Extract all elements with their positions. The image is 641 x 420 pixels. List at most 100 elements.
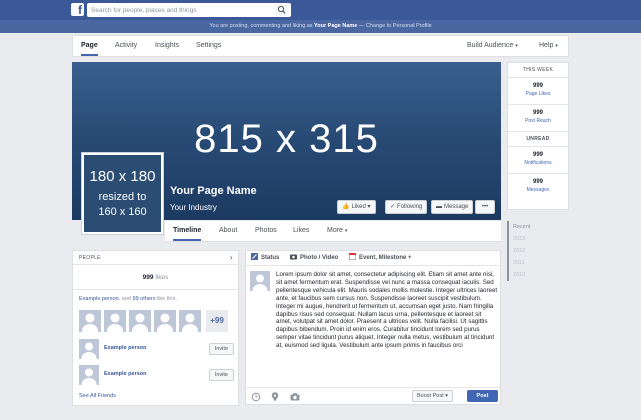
this-week-header: THIS WEEK (508, 63, 568, 78)
avatar (250, 271, 270, 291)
tab-activity[interactable]: Activity (115, 36, 137, 56)
camera-icon[interactable] (290, 392, 300, 402)
more-friends-count[interactable]: +99 (206, 310, 228, 332)
friend-avatar[interactable] (129, 310, 151, 332)
liked-button[interactable]: 👍 Liked ▾ (337, 200, 376, 214)
year-2011[interactable]: 2011 (513, 257, 569, 269)
page-likes-value: 999 (532, 83, 543, 89)
messages-stat[interactable]: 999 Messages (508, 174, 568, 201)
friend-avatar[interactable] (79, 310, 101, 332)
suggested-person-row: Example person Invite (79, 339, 234, 361)
page-title[interactable]: Your Page Name (170, 185, 257, 197)
page-stats-panel: THIS WEEK 999 Page Likes 999 Post Reach … (507, 62, 569, 210)
following-button[interactable]: ✓ Following (385, 200, 428, 214)
tab-insights[interactable]: Insights (155, 36, 179, 56)
avatar[interactable] (79, 365, 99, 385)
people-header-label: PEOPLE (79, 255, 101, 261)
notifications-stat[interactable]: 999 Notifications (508, 147, 568, 174)
following-label: Following (397, 204, 423, 210)
change-to-profile-link[interactable]: — Change to Personal Profile (357, 23, 432, 29)
tab-timeline[interactable]: Timeline (173, 221, 202, 241)
unread-header: UNREAD (508, 132, 568, 147)
help-label: Help (539, 42, 554, 49)
people-header[interactable]: PEOPLE › (73, 251, 238, 265)
tab-likes[interactable]: Likes (293, 221, 309, 241)
likes-word: likes (155, 274, 169, 281)
notifications-label: Notifications (524, 160, 552, 166)
boost-post-button[interactable]: Boost Post ▾ (412, 390, 453, 402)
camera-icon (290, 252, 297, 260)
chevron-down-icon: ▾ (515, 43, 518, 49)
message-label: Message (444, 204, 469, 210)
friends-like-line: Example person, and 99 others like this. (73, 290, 238, 306)
composer-tab-photo-video[interactable]: Photo / Video (290, 251, 338, 266)
people-box: PEOPLE › 999 likes Example person, and 9… (72, 250, 239, 406)
composer-body[interactable]: Lorem ipsum dolor sit amet, consectetur … (246, 266, 500, 386)
top-bar: f (0, 0, 641, 20)
more-tab-label: More (327, 227, 343, 234)
event-tab-label: Event, Milestone + (359, 255, 412, 261)
composer-footer: Boost Post ▾ Post (246, 387, 500, 405)
tab-settings[interactable]: Settings (196, 36, 221, 56)
profile-resized-size: 160 x 160 (98, 206, 147, 218)
thumbs-up-icon: 👍 (342, 204, 350, 210)
suggested-person-name[interactable]: Example person (104, 345, 147, 351)
friend-avatar[interactable] (154, 310, 176, 332)
profile-size-text: 180 x 180 (89, 168, 156, 185)
search-box (87, 3, 291, 17)
page-likes-stat[interactable]: 999 Page Likes (508, 78, 568, 105)
help-menu[interactable]: Help ▾ (539, 36, 558, 56)
post-reach-value: 999 (532, 110, 543, 116)
others-link[interactable]: 99 others (133, 296, 156, 302)
friends-mid-text: , and (118, 296, 133, 302)
messages-value: 999 (532, 179, 543, 185)
see-all-friends-link[interactable]: See All Friends (79, 393, 116, 399)
boost-post-label: Boost Post (417, 393, 444, 399)
post-composer: Status Photo / Video Event, Milestone + … (245, 250, 501, 405)
composer-text[interactable]: Lorem ipsum dolor sit amet, consectetur … (276, 271, 498, 386)
tab-photos[interactable]: Photos (255, 221, 277, 241)
friend-avatar[interactable] (104, 310, 126, 332)
posting-as-notice: You are posting, commenting and liking a… (0, 20, 641, 33)
photo-video-tab-label: Photo / Video (300, 255, 339, 261)
suggested-person-name[interactable]: Example person (104, 371, 147, 377)
tab-more[interactable]: More ▾ (327, 221, 347, 241)
friend-avatar[interactable] (179, 310, 201, 332)
friends-suffix-text: like this. (155, 296, 177, 302)
tab-page[interactable]: Page (81, 36, 98, 56)
likes-count: 999 (142, 274, 154, 281)
page-category: Your Industry (170, 203, 217, 212)
build-audience-menu[interactable]: Build Audience ▾ (467, 36, 518, 56)
logo-letter: f (78, 3, 82, 17)
search-input[interactable] (87, 3, 267, 17)
profile-picture[interactable]: 180 x 180 resized to 160 x 160 (81, 152, 164, 235)
avatar[interactable] (79, 339, 99, 359)
likes-count-row: 999 likes (73, 265, 238, 290)
friend-name-link[interactable]: Example person (79, 296, 119, 302)
post-button[interactable]: Post (467, 390, 498, 402)
more-options-button[interactable]: ••• (475, 200, 495, 214)
search-icon[interactable] (275, 4, 289, 16)
year-2010[interactable]: 2010 (513, 269, 569, 281)
invite-button[interactable]: Invite (208, 369, 234, 381)
location-pin-icon[interactable] (270, 392, 280, 402)
clock-icon[interactable] (251, 392, 261, 402)
message-button[interactable]: ▬ Message (431, 200, 474, 214)
year-recent[interactable]: Recent (513, 221, 569, 233)
liked-label: Liked (351, 204, 366, 210)
invite-button[interactable]: Invite (208, 343, 234, 355)
chevron-right-icon: › (230, 253, 233, 262)
notifications-value: 999 (532, 152, 543, 158)
composer-tab-event[interactable]: Event, Milestone + (348, 251, 412, 266)
suggested-person-row: Example person Invite (79, 365, 234, 387)
profile-resize-note: resized to (98, 191, 147, 203)
chevron-down-icon: ▾ (555, 43, 558, 49)
chevron-down-icon: ▾ (344, 228, 348, 234)
tab-about[interactable]: About (219, 221, 237, 241)
year-2012[interactable]: 2012 (513, 245, 569, 257)
facebook-logo-icon[interactable]: f (71, 3, 84, 17)
composer-tab-status[interactable]: Status (251, 251, 279, 266)
year-2013[interactable]: 2013 (513, 233, 569, 245)
page-admin-nav: Page Activity Insights Settings Build Au… (72, 35, 569, 57)
post-reach-stat[interactable]: 999 Post Reach (508, 105, 568, 132)
